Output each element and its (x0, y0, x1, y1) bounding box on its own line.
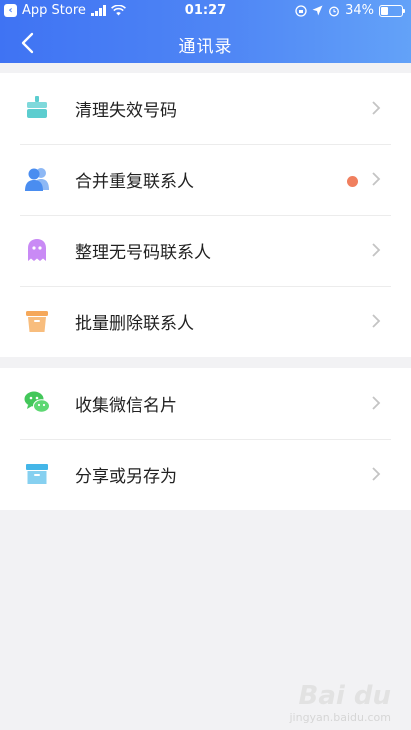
people-icon (25, 168, 49, 191)
app-header: ‹ App Store 01:27 34% 通讯录 (0, 0, 411, 63)
alarm-icon (329, 6, 340, 16)
menu-item-organize-no-number[interactable]: 整理无号码联系人 (0, 215, 411, 286)
archive-box-icon (26, 464, 48, 484)
ghost-icon (28, 239, 46, 261)
chevron-right-icon (372, 467, 381, 481)
watermark-brand: Bai du (298, 681, 391, 711)
menu-item-merge-duplicates[interactable]: 合并重复联系人 (0, 144, 411, 215)
trash-icon (26, 311, 48, 332)
orientation-lock-icon (295, 4, 307, 17)
page-title: 通讯录 (178, 37, 233, 57)
chevron-right-icon (372, 172, 381, 186)
battery-icon (379, 4, 405, 17)
chevron-right-icon (372, 396, 381, 410)
menu-item-label: 分享或另存为 (75, 467, 177, 487)
menu-item-batch-delete[interactable]: 批量删除联系人 (0, 286, 411, 357)
chevron-right-icon (372, 243, 381, 257)
chevron-right-icon (372, 314, 381, 328)
menu-item-label: 合并重复联系人 (75, 172, 194, 192)
baidu-watermark: Bai du jingyan.baidu.com (289, 681, 391, 724)
wechat-icon (24, 391, 50, 413)
menu-item-collect-wechat-cards[interactable]: 收集微信名片 (0, 368, 411, 439)
battery-level (381, 6, 388, 15)
status-right: 34% (295, 3, 405, 18)
watermark-site: jingyan.baidu.com (289, 711, 391, 724)
share-tools-group: 收集微信名片 分享或另存为 (0, 368, 411, 510)
menu-item-clean-invalid-numbers[interactable]: 清理失效号码 (0, 73, 411, 144)
battery-percent: 34% (345, 3, 374, 18)
menu-item-share-or-save-as[interactable]: 分享或另存为 (0, 439, 411, 510)
location-icon (312, 5, 323, 16)
menu-item-label: 整理无号码联系人 (75, 243, 211, 263)
contacts-tools-group: 清理失效号码 合并重复联系人 整理无号码联系人 批量删除联系人 (0, 73, 411, 357)
menu-item-label: 清理失效号码 (75, 101, 177, 121)
notification-dot (347, 176, 358, 187)
menu-item-label: 收集微信名片 (75, 396, 177, 416)
menu-item-label: 批量删除联系人 (75, 314, 194, 334)
status-bar: ‹ App Store 01:27 34% (0, 0, 411, 22)
nav-bar: 通讯录 (0, 22, 411, 63)
chevron-right-icon (372, 101, 381, 115)
broom-icon (27, 96, 47, 118)
